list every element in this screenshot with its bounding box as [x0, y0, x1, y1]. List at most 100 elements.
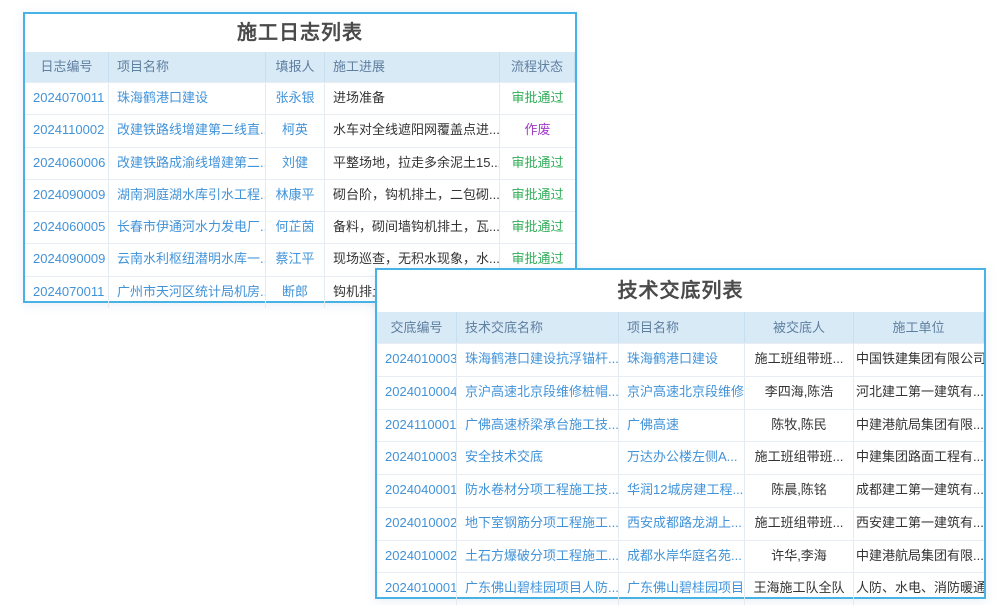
- table-row: 2024010003安全技术交底万达办公楼左侧A...施工班组带班...中建集团…: [377, 441, 984, 474]
- disclosure-name-cell[interactable]: 安全技术交底: [457, 442, 619, 474]
- table-row: 2024060006改建铁路成渝线增建第二...刘健平整场地，拉走多余泥土15.…: [25, 147, 575, 179]
- contractor-cell: 中国铁建集团有限公司: [854, 344, 984, 376]
- project-name-cell[interactable]: 改建铁路线增建第二线直...: [109, 115, 266, 146]
- contractor-cell: 河北建工第一建筑有...: [854, 377, 984, 409]
- project-name-cell[interactable]: 成都水岸华庭名苑...: [619, 541, 745, 573]
- recipients-cell: 陈牧,陈民: [745, 410, 854, 442]
- log-id-cell[interactable]: 2024090009: [25, 244, 109, 275]
- log-id-cell[interactable]: 2024060005: [25, 212, 109, 243]
- table-row: 2024010001广东佛山碧桂园项目人防...广东佛山碧桂园项目王海施工队全队…: [377, 572, 984, 605]
- project-name-cell[interactable]: 广佛高速: [619, 410, 745, 442]
- reporter-cell[interactable]: 蔡江平: [266, 244, 325, 275]
- disclosure-name-cell[interactable]: 京沪高速北京段维修桩帽...: [457, 377, 619, 409]
- progress-cell: 进场准备: [325, 83, 500, 114]
- project-name-header: 项目名称: [109, 52, 266, 82]
- tech-disclosure-table: 技术交底列表 交底编号技术交底名称项目名称被交底人施工单位 2024010003…: [375, 268, 986, 599]
- reporter-cell[interactable]: 何芷茵: [266, 212, 325, 243]
- disclosure-name-cell[interactable]: 广东佛山碧桂园项目人防...: [457, 573, 619, 605]
- flow-status-cell: 审批通过: [500, 180, 575, 211]
- log-id-cell[interactable]: 2024070011: [25, 83, 109, 114]
- reporter-cell[interactable]: 柯英: [266, 115, 325, 146]
- flow-status-header: 流程状态: [500, 52, 575, 82]
- recipients-cell: 施工班组带班...: [745, 344, 854, 376]
- project-name-cell[interactable]: 西安成都路龙湖上...: [619, 508, 745, 540]
- recipients-cell: 王海施工队全队: [745, 573, 854, 605]
- tech-disclosure-body: 2024010003珠海鹤港口建设抗浮锚杆...珠海鹤港口建设施工班组带班...…: [377, 343, 984, 605]
- table-row: 2024010004京沪高速北京段维修桩帽...京沪高速北京段维修李四海,陈浩河…: [377, 376, 984, 409]
- disclosure-id-cell[interactable]: 2024010004: [377, 377, 457, 409]
- table-row: 2024040001防水卷材分项工程施工技...华润12城房建工程...陈晨,陈…: [377, 474, 984, 507]
- project-name-cell[interactable]: 珠海鹤港口建设: [619, 344, 745, 376]
- table-row: 2024010002地下室钢筋分项工程施工...西安成都路龙湖上...施工班组带…: [377, 507, 984, 540]
- log-id-cell[interactable]: 2024090009: [25, 180, 109, 211]
- table-row: 2024010003珠海鹤港口建设抗浮锚杆...珠海鹤港口建设施工班组带班...…: [377, 343, 984, 376]
- disclosure-name-cell[interactable]: 防水卷材分项工程施工技...: [457, 475, 619, 507]
- disclosure-id-cell[interactable]: 2024110001: [377, 410, 457, 442]
- progress-cell: 水车对全线遮阳网覆盖点进...: [325, 115, 500, 146]
- reporter-header: 填报人: [266, 52, 325, 82]
- disclosure-id-cell[interactable]: 2024010002: [377, 541, 457, 573]
- disclosure-id-header: 交底编号: [377, 312, 457, 343]
- project-name-cell[interactable]: 万达办公楼左侧A...: [619, 442, 745, 474]
- recipients-cell: 陈晨,陈铭: [745, 475, 854, 507]
- project-name-cell[interactable]: 华润12城房建工程...: [619, 475, 745, 507]
- disclosure-id-cell[interactable]: 2024010002: [377, 508, 457, 540]
- project-name-header: 项目名称: [619, 312, 745, 343]
- contractor-cell: 中建集团路面工程有...: [854, 442, 984, 474]
- table-row: 2024060005长春市伊通河水力发电厂...何芷茵备料，砌间墙钩机排土，瓦.…: [25, 211, 575, 243]
- disclosure-name-cell[interactable]: 广佛高速桥梁承台施工技...: [457, 410, 619, 442]
- disclosure-id-cell[interactable]: 2024040001: [377, 475, 457, 507]
- flow-status-cell: 审批通过: [500, 83, 575, 114]
- reporter-cell[interactable]: 刘健: [266, 148, 325, 179]
- disclosure-id-cell[interactable]: 2024010003: [377, 442, 457, 474]
- progress-cell: 备料，砌间墙钩机排土，瓦...: [325, 212, 500, 243]
- recipients-cell: 许华,李海: [745, 541, 854, 573]
- construction-log-title: 施工日志列表: [25, 14, 575, 52]
- project-name-cell[interactable]: 改建铁路成渝线增建第二...: [109, 148, 266, 179]
- disclosure-id-cell[interactable]: 2024010003: [377, 344, 457, 376]
- contractor-cell: 人防、水电、消防暖通: [854, 573, 984, 605]
- reporter-cell[interactable]: 张永银: [266, 83, 325, 114]
- progress-cell: 砌台阶，钩机排土，二包砌...: [325, 180, 500, 211]
- project-name-cell[interactable]: 云南水利枢纽潜明水库一...: [109, 244, 266, 275]
- log-id-cell[interactable]: 2024070011: [25, 277, 109, 308]
- recipients-cell: 李四海,陈浩: [745, 377, 854, 409]
- project-name-cell[interactable]: 湖南洞庭湖水库引水工程...: [109, 180, 266, 211]
- flow-status-cell: 审批通过: [500, 148, 575, 179]
- project-name-cell[interactable]: 广东佛山碧桂园项目: [619, 573, 745, 605]
- project-name-cell[interactable]: 广州市天河区统计局机房...: [109, 277, 266, 308]
- table-row: 2024110001广佛高速桥梁承台施工技...广佛高速陈牧,陈民中建港航局集团…: [377, 409, 984, 442]
- contractor-cell: 中建港航局集团有限...: [854, 541, 984, 573]
- disclosure-name-cell[interactable]: 地下室钢筋分项工程施工...: [457, 508, 619, 540]
- flow-status-cell: 作废: [500, 115, 575, 146]
- reporter-cell[interactable]: 林康平: [266, 180, 325, 211]
- disclosure-name-header: 技术交底名称: [457, 312, 619, 343]
- recipients-cell: 施工班组带班...: [745, 508, 854, 540]
- project-name-cell[interactable]: 长春市伊通河水力发电厂...: [109, 212, 266, 243]
- disclosure-name-cell[interactable]: 土石方爆破分项工程施工...: [457, 541, 619, 573]
- progress-cell: 平整场地，拉走多余泥土15...: [325, 148, 500, 179]
- construction-log-table: 施工日志列表 日志编号项目名称填报人施工进展流程状态 2024070011珠海鹤…: [23, 12, 577, 303]
- log-id-cell[interactable]: 2024110002: [25, 115, 109, 146]
- recipients-header: 被交底人: [745, 312, 854, 343]
- contractor-cell: 中建港航局集团有限...: [854, 410, 984, 442]
- table-row: 2024090009湖南洞庭湖水库引水工程...林康平砌台阶，钩机排土，二包砌.…: [25, 179, 575, 211]
- log-id-cell[interactable]: 2024060006: [25, 148, 109, 179]
- construction-log-header-row: 日志编号项目名称填报人施工进展流程状态: [25, 52, 575, 82]
- contractor-header: 施工单位: [854, 312, 984, 343]
- table-row: 2024010002土石方爆破分项工程施工...成都水岸华庭名苑...许华,李海…: [377, 540, 984, 573]
- project-name-cell[interactable]: 京沪高速北京段维修: [619, 377, 745, 409]
- table-row: 2024070011珠海鹤港口建设张永银进场准备审批通过: [25, 82, 575, 114]
- recipients-cell: 施工班组带班...: [745, 442, 854, 474]
- tech-disclosure-title: 技术交底列表: [377, 270, 984, 312]
- contractor-cell: 成都建工第一建筑有...: [854, 475, 984, 507]
- disclosure-name-cell[interactable]: 珠海鹤港口建设抗浮锚杆...: [457, 344, 619, 376]
- progress-header: 施工进展: [325, 52, 500, 82]
- log-id-header: 日志编号: [25, 52, 109, 82]
- disclosure-id-cell[interactable]: 2024010001: [377, 573, 457, 605]
- tech-disclosure-header-row: 交底编号技术交底名称项目名称被交底人施工单位: [377, 312, 984, 343]
- table-row: 2024110002改建铁路线增建第二线直...柯英水车对全线遮阳网覆盖点进..…: [25, 114, 575, 146]
- reporter-cell[interactable]: 断郎: [266, 277, 325, 308]
- project-name-cell[interactable]: 珠海鹤港口建设: [109, 83, 266, 114]
- flow-status-cell: 审批通过: [500, 212, 575, 243]
